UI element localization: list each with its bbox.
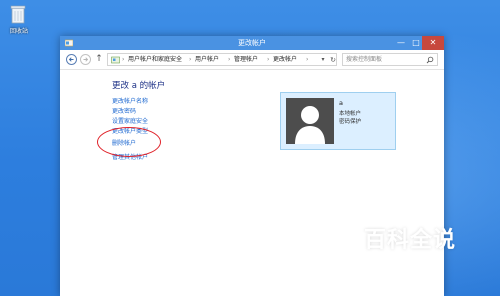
breadcrumb-separator: › [122,56,125,63]
change-password-link[interactable]: 更改密码 [112,106,136,115]
breadcrumb-separator[interactable]: › [189,55,191,65]
account-type: 本地帐户 [339,111,362,117]
search-icon[interactable] [426,56,434,64]
breadcrumb-change-account[interactable]: 更改帐户 [273,55,297,65]
watermark-logo: 百科全说 助你轻松解决 [354,220,474,276]
search-placeholder: 搜索控制面板 [346,56,383,63]
account-card[interactable]: a 本地帐户 密码保护 [280,92,396,150]
close-button[interactable]: ✕ [422,36,444,50]
control-panel-address-icon [111,56,120,64]
back-button[interactable] [66,54,77,65]
window-titlebar[interactable]: 更改帐户 — □ ✕ [60,36,444,50]
forward-arrow-icon [83,57,89,62]
refresh-button[interactable]: ↻ [328,54,338,66]
watermark-subtitle: 助你轻松解决 [370,252,442,265]
breadcrumb-separator[interactable]: › [306,55,308,65]
breadcrumb-user-accounts[interactable]: 用户帐户 [195,55,219,65]
account-password-status: 密码保护 [339,119,362,125]
breadcrumb-manage-accounts[interactable]: 管理帐户 [234,55,258,65]
back-arrow-icon [68,57,74,62]
family-safety-link[interactable]: 设置家庭安全 [112,116,148,125]
breadcrumb-family-safety[interactable]: 用户帐户和家庭安全 [128,55,182,65]
address-dropdown-button[interactable]: ▾ [318,54,328,66]
delete-account-highlight-circle [97,127,161,157]
up-button[interactable]: ↑ [94,53,104,65]
window-title: 更改帐户 [238,39,266,47]
avatar [286,98,334,144]
recycle-bin-label: 回收站 [9,28,28,35]
change-account-name-link[interactable]: 更改帐户名称 [112,96,148,105]
navigation-bar: ↑ › 用户帐户和家庭安全 › 用户帐户 › 管理帐户 › 更改帐户 › ▾ ↻… [60,50,444,70]
address-bar[interactable]: › 用户帐户和家庭安全 › 用户帐户 › 管理帐户 › 更改帐户 › [107,53,337,66]
user-silhouette-icon [295,106,325,144]
breadcrumb-separator[interactable]: › [228,55,230,65]
recycle-bin-icon [10,5,26,24]
search-input[interactable]: 搜索控制面板 [342,53,438,66]
page-title: 更改 a 的帐户 [112,81,166,91]
forward-button[interactable] [80,54,91,65]
account-name: a [339,99,343,107]
breadcrumb-separator[interactable]: › [267,55,269,65]
recycle-bin-desktop-icon[interactable]: 回收站 [4,2,34,38]
